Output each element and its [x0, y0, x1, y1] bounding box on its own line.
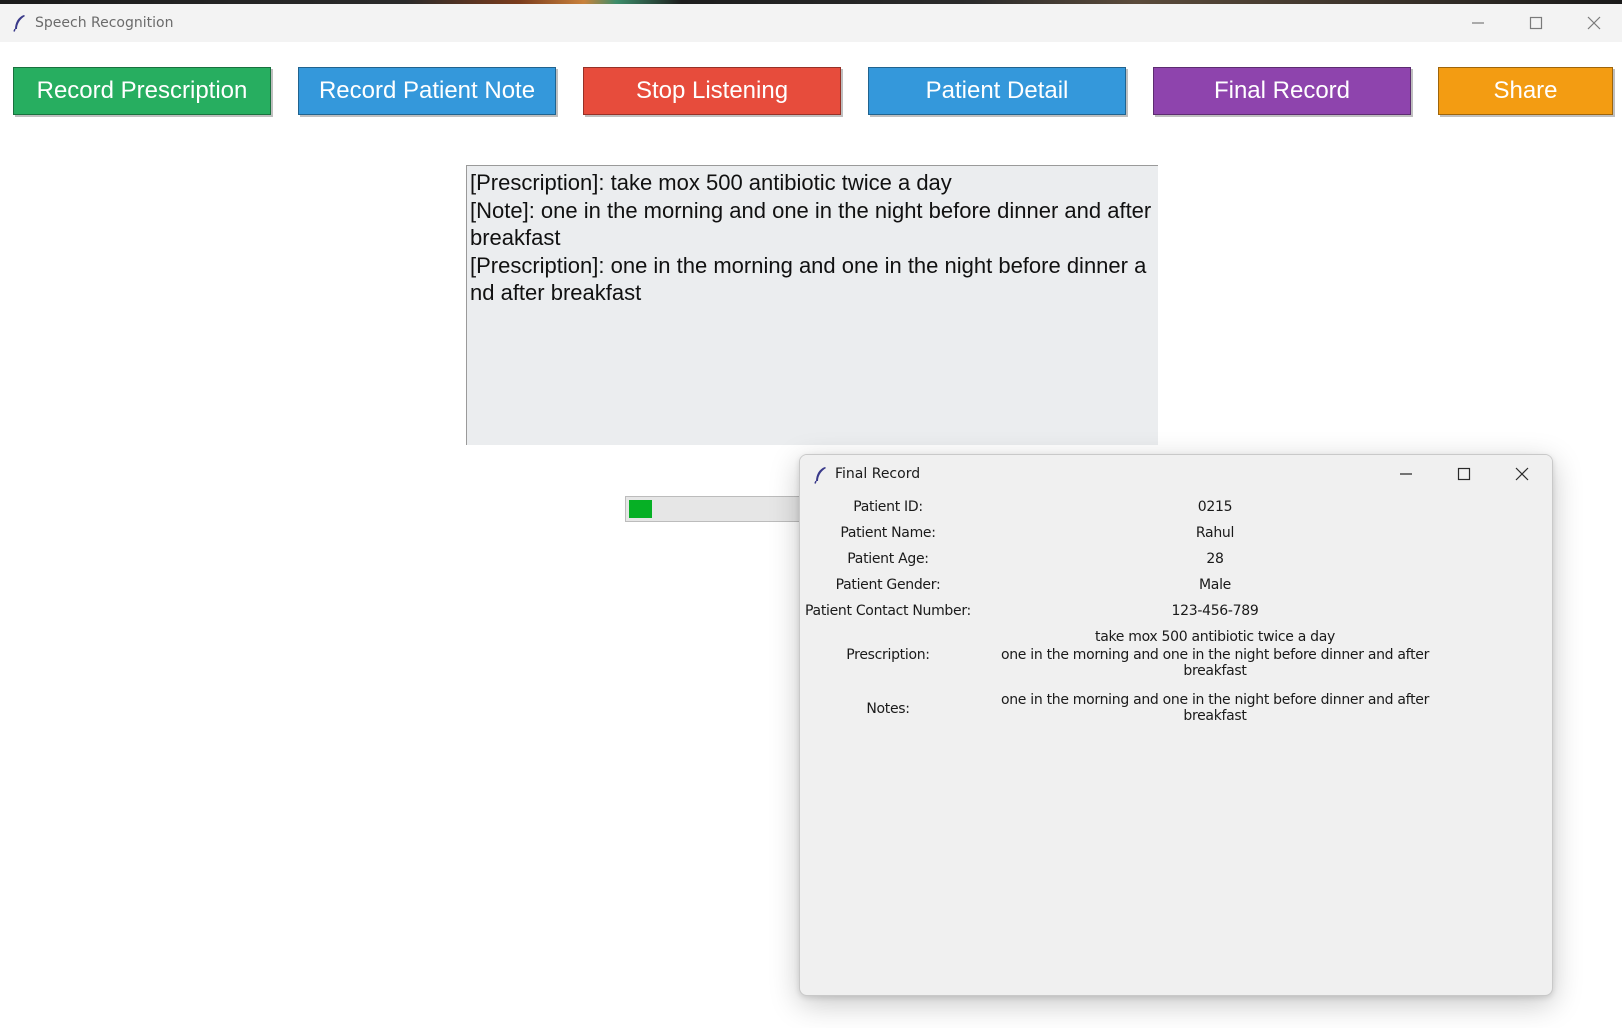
patient-gender-label: Patient Gender:: [835, 577, 941, 593]
transcript-line: [Prescription]: take mox 500 antibiotic …: [470, 170, 952, 195]
prescription-line: one in the morning and one in the night …: [1000, 647, 1430, 679]
final-record-button[interactable]: Final Record: [1153, 67, 1411, 115]
record-prescription-button[interactable]: Record Prescription: [13, 67, 271, 115]
patient-contact-value: 123-456-789: [1171, 603, 1259, 619]
patient-gender-value: Male: [1199, 577, 1231, 593]
notes-line: one in the morning and one in the night …: [1000, 692, 1430, 724]
maximize-icon: [1457, 467, 1471, 481]
dialog-minimize-button[interactable]: [1378, 455, 1434, 493]
transcript-textbox[interactable]: [Prescription]: take mox 500 antibiotic …: [466, 165, 1158, 445]
patient-name-value: Rahul: [1195, 525, 1235, 541]
notes-label: Notes:: [866, 701, 910, 717]
patient-detail-button[interactable]: Patient Detail: [868, 67, 1126, 115]
close-icon: [1587, 16, 1601, 30]
close-icon: [1515, 467, 1529, 481]
progress-fill: [629, 500, 652, 518]
transcript-line: [Prescription]: one in the morning and o…: [470, 252, 1147, 306]
patient-id-value: 0215: [1197, 499, 1233, 515]
patient-name-label: Patient Name:: [840, 525, 936, 541]
patient-contact-label: Patient Contact Number:: [805, 603, 971, 619]
minimize-icon: [1472, 22, 1484, 24]
close-button[interactable]: [1566, 4, 1622, 42]
record-patient-note-button[interactable]: Record Patient Note: [298, 67, 556, 115]
maximize-button[interactable]: [1508, 4, 1564, 42]
share-button[interactable]: Share: [1438, 67, 1613, 115]
prescription-line: take mox 500 antibiotic twice a day: [1095, 629, 1335, 645]
dialog-maximize-button[interactable]: [1436, 455, 1492, 493]
listening-progress-bar: [625, 496, 825, 522]
dialog-title: Final Record: [835, 466, 921, 482]
feather-icon: [813, 466, 829, 484]
patient-id-label: Patient ID:: [853, 499, 923, 515]
final-record-dialog: Final Record Patient ID: 0215 Patient Na…: [799, 454, 1553, 996]
dialog-titlebar[interactable]: Final Record: [800, 455, 1552, 495]
minimize-button[interactable]: [1450, 4, 1506, 42]
minimize-icon: [1400, 473, 1412, 475]
dialog-close-button[interactable]: [1494, 455, 1550, 493]
window-title: Speech Recognition: [35, 15, 174, 31]
feather-icon: [12, 14, 28, 32]
patient-age-label: Patient Age:: [847, 551, 929, 567]
main-titlebar[interactable]: Speech Recognition: [0, 4, 1622, 42]
transcript-line: [Note]: one in the morning and one in th…: [470, 197, 1152, 251]
maximize-icon: [1529, 16, 1543, 30]
prescription-label: Prescription:: [846, 647, 930, 663]
stop-listening-button[interactable]: Stop Listening: [583, 67, 841, 115]
patient-age-value: 28: [1206, 551, 1224, 567]
